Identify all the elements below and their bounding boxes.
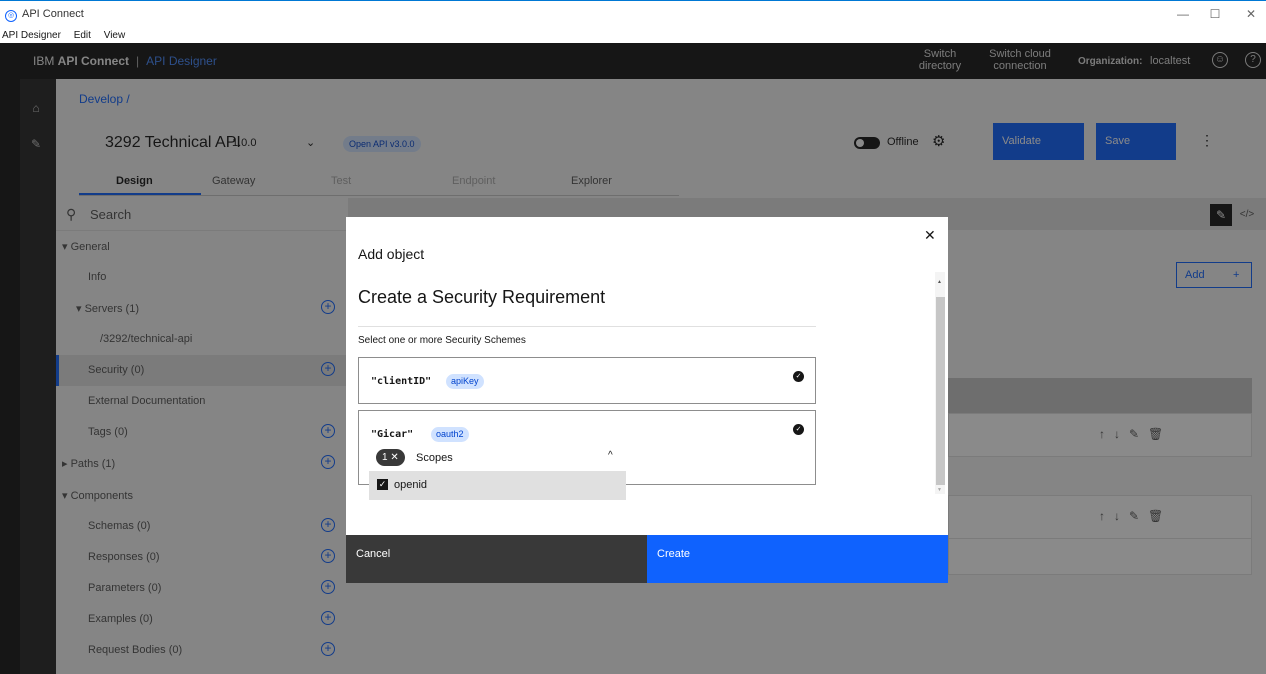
modal-description: Select one or more Security Schemes bbox=[358, 335, 526, 346]
close-icon[interactable]: ✕ bbox=[924, 227, 936, 244]
window-edge bbox=[0, 79, 20, 674]
cancel-button[interactable]: Cancel bbox=[346, 535, 647, 583]
scheme-tile-clientid[interactable]: "clientID" apiKey ✓ bbox=[358, 357, 816, 404]
scheme-name: "clientID" bbox=[371, 376, 432, 387]
maximize-icon[interactable]: ☐ bbox=[1200, 7, 1230, 21]
scheme-type-tag: oauth2 bbox=[431, 427, 469, 442]
scroll-up-icon[interactable]: ▲ bbox=[937, 279, 942, 285]
checkmark-icon: ✓ bbox=[793, 424, 804, 435]
minimize-icon[interactable]: — bbox=[1168, 7, 1198, 21]
scopes-dropdown: ✓ openid bbox=[369, 471, 626, 500]
scheme-name: "Gicar" bbox=[371, 429, 414, 440]
menu-edit[interactable]: Edit bbox=[74, 30, 91, 41]
menubar: API Designer Edit View bbox=[0, 30, 1266, 43]
chevron-up-icon[interactable]: ^ bbox=[608, 450, 613, 461]
scrollbar-thumb[interactable] bbox=[936, 297, 945, 485]
window-titlebar: ◎ API Connect — ☐ ✕ bbox=[0, 0, 1266, 30]
scroll-down-icon[interactable]: ▼ bbox=[937, 487, 942, 493]
checkmark-icon: ✓ bbox=[793, 371, 804, 382]
modal-heading: Create a Security Requirement bbox=[358, 287, 606, 307]
api-connect-logo-icon: ◎ bbox=[5, 10, 17, 22]
menu-api-designer[interactable]: API Designer bbox=[2, 30, 61, 41]
modal-footer: Cancel Create bbox=[346, 535, 948, 583]
scopes-multiselect[interactable]: 1 ✕ Scopes ^ bbox=[376, 449, 626, 467]
create-button[interactable]: Create bbox=[647, 535, 948, 583]
window-title: API Connect bbox=[22, 8, 84, 20]
close-window-icon[interactable]: ✕ bbox=[1236, 7, 1266, 21]
scheme-type-tag: apiKey bbox=[446, 374, 484, 389]
scope-option-openid[interactable]: openid bbox=[394, 479, 427, 491]
checkbox-checked-icon[interactable]: ✓ bbox=[377, 479, 388, 490]
scopes-label: Scopes bbox=[416, 452, 453, 464]
app-window: ◎ API Connect — ☐ ✕ API Designer Edit Vi… bbox=[0, 0, 1266, 674]
menu-view[interactable]: View bbox=[104, 30, 126, 41]
add-object-modal: Add object ✕ Create a Security Requireme… bbox=[346, 217, 948, 583]
modal-label: Add object bbox=[358, 246, 425, 262]
divider bbox=[358, 326, 816, 327]
scope-count-tag[interactable]: 1 ✕ bbox=[376, 449, 405, 466]
